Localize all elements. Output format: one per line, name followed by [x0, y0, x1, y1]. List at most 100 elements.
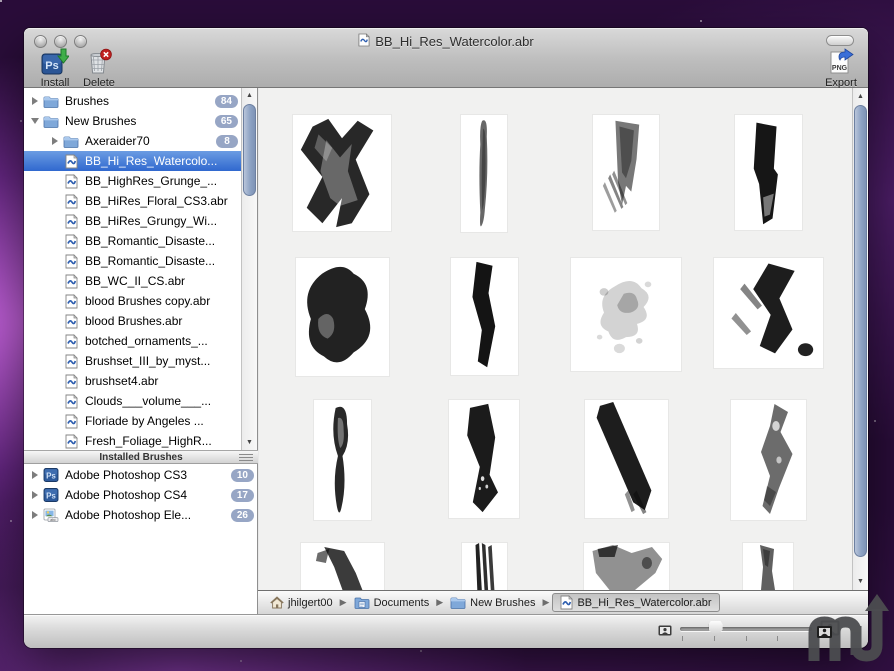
sidebar-scrollbar-thumb[interactable]	[243, 104, 256, 196]
desktop-background: BB_Hi_Res_Watercolor.abr Ps Install	[0, 0, 894, 671]
sidebar-item-label: New Brushes	[65, 114, 209, 128]
sidebar-item-label: blood Brushes.abr	[85, 314, 242, 328]
toolbar-toggle-button[interactable]	[826, 35, 854, 46]
sidebar-scrollbar[interactable]: ▲ ▼	[241, 88, 257, 450]
disclosure-triangle-icon[interactable]	[28, 471, 42, 479]
file-icon	[560, 595, 573, 610]
sidebar-item[interactable]: Brushset_III_by_myst...	[24, 351, 242, 371]
sidebar-item[interactable]: BB_Romantic_Disaste...	[24, 231, 242, 251]
disclosure-triangle-icon[interactable]	[28, 491, 42, 499]
sidebar-item[interactable]: BB_HighRes_Grunge_...	[24, 171, 242, 191]
sidebar-item[interactable]: New Brushes65	[24, 111, 242, 131]
sidebar-item[interactable]: BB_WC_II_CS.abr	[24, 271, 242, 291]
path-segment-label: New Brushes	[470, 597, 535, 609]
installed-app-label: Adobe Photoshop CS3	[65, 468, 225, 482]
sidebar-item-label: Fresh_Foliage_HighR...	[85, 434, 242, 448]
count-badge: 84	[215, 95, 238, 108]
sidebar-item[interactable]: Axeraider708	[24, 131, 242, 151]
brush-stroke-1[interactable]	[293, 115, 391, 231]
sidebar-item-label: BB_HighRes_Grunge_...	[85, 174, 242, 188]
brush-stroke-10[interactable]	[449, 400, 519, 518]
brush-file-icon	[62, 314, 80, 329]
brush-file-icon	[62, 254, 80, 269]
sidebar-item[interactable]: botched_ornaments_...	[24, 331, 242, 351]
installed-app-label: Adobe Photoshop Ele...	[65, 508, 225, 522]
trash-icon	[85, 50, 113, 76]
macupdate-logo	[803, 593, 893, 671]
sidebar-item[interactable]: BB_HiRes_Grungy_Wi...	[24, 211, 242, 231]
brush-stroke-9[interactable]	[314, 400, 371, 520]
count-badge: 8	[216, 135, 238, 148]
photoshop-app-icon: Ps	[42, 487, 60, 503]
brush-stroke-14[interactable]	[462, 543, 507, 590]
zoom-slider-track[interactable]	[680, 627, 812, 631]
path-segment-label: BB_Hi_Res_Watercolor.abr	[577, 597, 711, 609]
installed-app-item[interactable]: PsAdobe Photoshop CS310	[24, 465, 258, 485]
path-segment[interactable]: Documents	[350, 594, 434, 611]
installed-brushes-splitter[interactable]: Installed Brushes	[24, 450, 258, 464]
brush-stroke-11[interactable]	[585, 400, 668, 518]
brush-library-list: Brushes84New Brushes65Axeraider708BB_Hi_…	[24, 91, 242, 450]
sidebar-item-label: BB_Romantic_Disaste...	[85, 234, 242, 248]
path-segment[interactable]: New Brushes	[446, 594, 539, 611]
brush-stroke-6[interactable]	[451, 258, 518, 375]
brush-file-icon	[62, 234, 80, 249]
brush-stroke-4[interactable]	[735, 115, 802, 230]
elements-app-icon: abc	[42, 507, 60, 523]
brush-stroke-8[interactable]	[714, 258, 823, 368]
brush-file-icon	[62, 334, 80, 349]
disclosure-triangle-icon[interactable]	[28, 118, 42, 124]
brush-file-icon	[62, 274, 80, 289]
sidebar-item-label: BB_WC_II_CS.abr	[85, 274, 242, 288]
brush-file-icon	[62, 214, 80, 229]
brush-stroke-12[interactable]	[731, 400, 806, 520]
installed-app-item[interactable]: abcAdobe Photoshop Ele...26	[24, 505, 258, 525]
scroll-up-button[interactable]: ▲	[242, 89, 257, 102]
sidebar-item[interactable]: Clouds___volume___...	[24, 391, 242, 411]
brush-stroke-16[interactable]	[743, 543, 793, 590]
sidebar-item[interactable]: BB_Romantic_Disaste...	[24, 251, 242, 271]
zoom-slider-thumb[interactable]	[709, 621, 723, 637]
disclosure-triangle-icon[interactable]	[48, 137, 62, 145]
sidebar-item[interactable]: brushset4.abr	[24, 371, 242, 391]
installed-app-item[interactable]: PsAdobe Photoshop CS417	[24, 485, 258, 505]
scroll-down-button[interactable]: ▼	[242, 436, 257, 449]
install-photoshop-icon: Ps	[41, 50, 69, 76]
sidebar-item[interactable]: BB_HiRes_Floral_CS3.abr	[24, 191, 242, 211]
sidebar-item[interactable]: Fresh_Foliage_HighR...	[24, 431, 242, 450]
brush-file-icon	[62, 434, 80, 449]
sidebar-item-label: blood Brushes copy.abr	[85, 294, 242, 308]
brush-preview-area: ▲ ▼	[259, 88, 868, 590]
folder-icon	[42, 115, 60, 128]
sidebar-item-label: BB_HiRes_Floral_CS3.abr	[85, 194, 242, 208]
content-scrollbar-thumb[interactable]	[854, 105, 867, 557]
sidebar-item[interactable]: Brushes84	[24, 91, 242, 111]
sidebar-item[interactable]: BB_Hi_Res_Watercolo...	[24, 151, 242, 171]
disclosure-triangle-icon[interactable]	[28, 97, 42, 105]
photoshop-app-icon: Ps	[42, 467, 60, 483]
scroll-up-button[interactable]: ▲	[853, 90, 868, 103]
brush-stroke-2[interactable]	[461, 115, 507, 232]
delete-button[interactable]: Delete	[72, 50, 126, 89]
svg-text:abc: abc	[50, 518, 56, 522]
installed-app-label: Adobe Photoshop CS4	[65, 488, 225, 502]
sidebar-item[interactable]: blood Brushes.abr	[24, 311, 242, 331]
brush-stroke-13[interactable]	[301, 543, 384, 590]
export-button[interactable]: PNG Export	[814, 50, 868, 89]
sidebar-item[interactable]: Floriade by Angeles ...	[24, 411, 242, 431]
path-segment[interactable]: BB_Hi_Res_Watercolor.abr	[552, 593, 719, 612]
brush-stroke-7[interactable]	[571, 258, 681, 371]
small-thumbnail-icon	[658, 623, 672, 641]
brush-stroke-3[interactable]	[593, 115, 659, 230]
sidebar-item-label: botched_ornaments_...	[85, 334, 242, 348]
brush-stroke-15[interactable]	[584, 543, 669, 590]
path-segment[interactable]: jhilgert00	[266, 594, 337, 611]
home-icon	[270, 596, 284, 609]
sidebar-item[interactable]: blood Brushes copy.abr	[24, 291, 242, 311]
splitter-handle-icon[interactable]	[239, 454, 253, 462]
content-scrollbar[interactable]: ▲ ▼	[852, 88, 868, 590]
brush-stroke-5[interactable]	[296, 258, 389, 376]
scroll-down-button[interactable]: ▼	[853, 575, 868, 588]
path-bar: jhilgert00▶Documents▶New Brushes▶BB_Hi_R…	[258, 590, 868, 614]
disclosure-triangle-icon[interactable]	[28, 511, 42, 519]
